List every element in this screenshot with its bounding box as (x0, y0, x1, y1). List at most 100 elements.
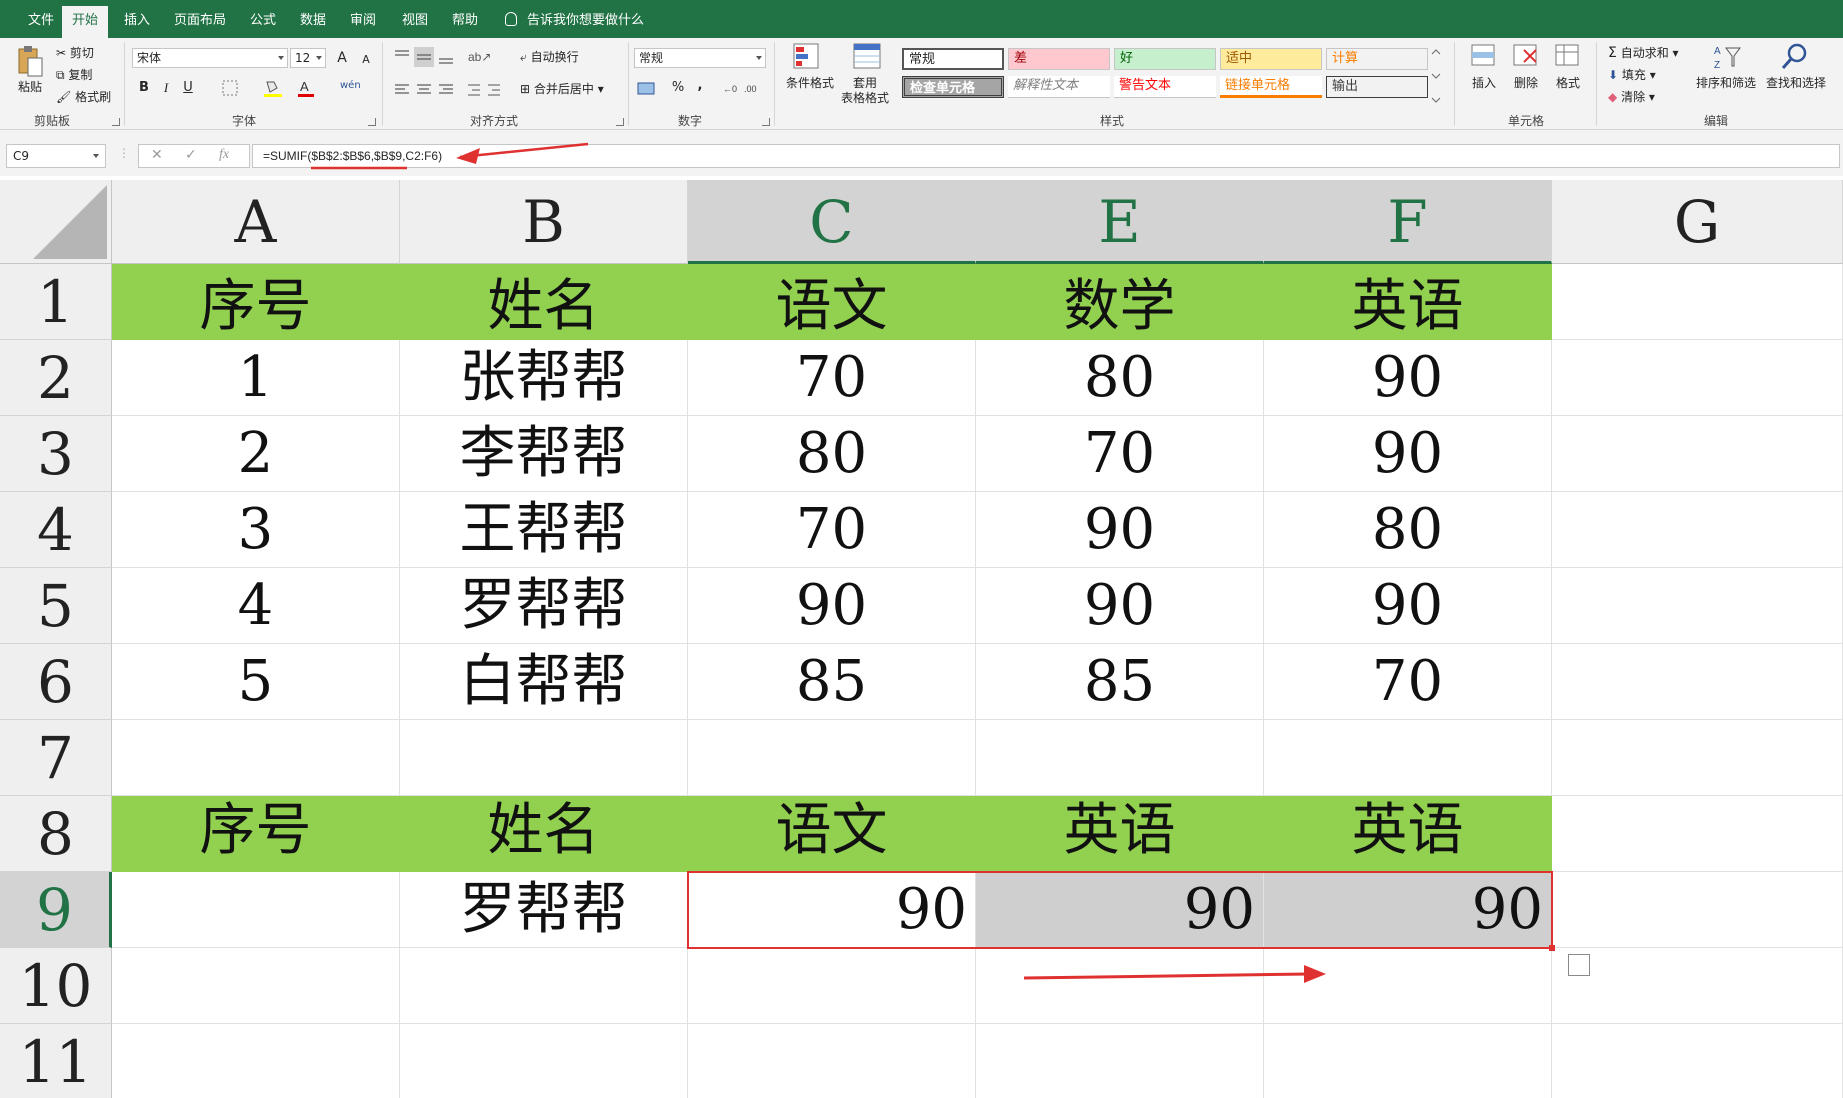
row-header-4[interactable]: 4 (0, 492, 112, 568)
cell-style-0[interactable]: 常规 (902, 48, 1004, 70)
lookup-header-cell[interactable]: 英语 (1264, 796, 1552, 872)
header-cell[interactable]: 数学 (976, 264, 1264, 340)
table-cell[interactable]: 4 (112, 568, 400, 644)
phonetic-button[interactable]: wén (340, 80, 361, 91)
lookup-header-cell[interactable]: 姓名 (400, 796, 688, 872)
header-cell[interactable]: 英语 (1264, 264, 1552, 340)
orientation-icon[interactable]: ab↗ (466, 48, 492, 64)
cell[interactable] (400, 948, 688, 1024)
table-cell[interactable]: 90 (1264, 340, 1552, 416)
decimal-icons[interactable]: ←0 .00 (722, 80, 766, 98)
table-cell[interactable]: 3 (112, 492, 400, 568)
cell[interactable] (1552, 416, 1843, 492)
cut-button[interactable]: ✂ 剪切 (56, 44, 94, 61)
cell-style-3[interactable]: 适中 (1220, 48, 1322, 70)
name-box[interactable]: C9 (6, 144, 106, 168)
cell[interactable] (112, 720, 400, 796)
insert-cells-icon[interactable] (1470, 42, 1498, 70)
cell[interactable] (688, 1024, 976, 1098)
merge-center-button[interactable]: ⊞ 合并后居中 ▾ (520, 80, 604, 97)
table-cell[interactable]: 85 (976, 644, 1264, 720)
copy-button[interactable]: ⧉ 复制 (56, 66, 92, 83)
cell[interactable] (1552, 340, 1843, 416)
lookup-header-cell[interactable]: 语文 (688, 796, 976, 872)
currency-icon[interactable] (636, 80, 660, 98)
cell-style-5[interactable]: 检查单元格 (902, 76, 1004, 98)
clipboard-launcher[interactable] (112, 118, 120, 126)
number-launcher[interactable] (762, 118, 770, 126)
insert-cells-button[interactable]: 插入 (1462, 76, 1506, 91)
tell-me-search[interactable]: 告诉我你想要做什么 (505, 8, 644, 34)
table-cell[interactable]: 70 (688, 492, 976, 568)
lookup-cell[interactable] (112, 872, 400, 948)
tab-view[interactable]: 视图 (392, 8, 438, 38)
row-header-8[interactable]: 8 (0, 796, 112, 872)
cell[interactable] (1552, 1024, 1843, 1098)
table-cell[interactable]: 罗帮帮 (400, 568, 688, 644)
percent-button[interactable]: % (668, 78, 688, 98)
fill-color-icon[interactable] (262, 78, 284, 98)
tab-file[interactable]: 文件 (18, 8, 64, 38)
cell[interactable] (112, 1024, 400, 1098)
delete-cells-icon[interactable] (1512, 42, 1540, 70)
select-all-corner[interactable] (0, 180, 112, 264)
shrink-font-button[interactable]: A (356, 50, 376, 70)
table-cell[interactable]: 1 (112, 340, 400, 416)
grow-font-button[interactable]: A (332, 48, 352, 68)
cell-style-4[interactable]: 计算 (1326, 48, 1428, 70)
number-format-select[interactable]: 常规 (634, 48, 766, 68)
format-cells-button[interactable]: 格式 (1546, 76, 1590, 91)
font-size-select[interactable]: 12 (290, 48, 326, 68)
table-cell[interactable]: 张帮帮 (400, 340, 688, 416)
enter-icon[interactable]: ✓ (185, 147, 197, 163)
horizontal-align-icons[interactable] (392, 82, 462, 98)
table-format-button[interactable]: 套用 表格格式 (834, 76, 896, 106)
insert-function-icon[interactable]: fx (219, 147, 229, 163)
header-cell[interactable]: 序号 (112, 264, 400, 340)
paste-button[interactable]: 粘贴 (12, 80, 48, 95)
column-header-c[interactable]: C (688, 180, 976, 264)
bold-button[interactable]: B (134, 78, 154, 98)
row-header-1[interactable]: 1 (0, 264, 112, 340)
lookup-cell[interactable]: 罗帮帮 (400, 872, 688, 948)
table-cell[interactable]: 5 (112, 644, 400, 720)
table-cell[interactable]: 90 (1264, 568, 1552, 644)
conditional-format-button[interactable]: 条件格式 (782, 76, 838, 91)
row-header-10[interactable]: 10 (0, 948, 112, 1024)
tab-help[interactable]: 帮助 (442, 8, 488, 38)
cell[interactable] (688, 948, 976, 1024)
table-cell[interactable]: 70 (688, 340, 976, 416)
format-cells-icon[interactable] (1554, 42, 1582, 70)
table-cell[interactable]: 70 (1264, 644, 1552, 720)
header-cell[interactable]: 姓名 (400, 264, 688, 340)
cell[interactable] (1552, 568, 1843, 644)
indent-icons[interactable] (466, 82, 506, 98)
font-launcher[interactable] (368, 118, 376, 126)
cell[interactable] (400, 1024, 688, 1098)
comma-button[interactable]: , (690, 76, 710, 96)
sort-filter-icon[interactable]: AZ (1712, 42, 1742, 72)
cell[interactable] (400, 720, 688, 796)
column-header-f[interactable]: F (1264, 180, 1552, 264)
italic-button[interactable]: I (156, 78, 176, 98)
find-select-button[interactable]: 查找和选择 (1758, 76, 1834, 91)
column-header-b[interactable]: B (400, 180, 688, 264)
tab-data[interactable]: 数据 (290, 8, 336, 38)
cancel-icon[interactable]: ✕ (151, 147, 163, 163)
table-cell[interactable]: 80 (688, 416, 976, 492)
cell-style-8[interactable]: 链接单元格 (1220, 76, 1322, 98)
conditional-format-icon[interactable] (792, 42, 822, 72)
cell[interactable] (976, 720, 1264, 796)
find-select-icon[interactable] (1780, 42, 1810, 72)
clear-button[interactable]: ◆ 清除 ▾ (1608, 88, 1655, 105)
row-header-3[interactable]: 3 (0, 416, 112, 492)
table-cell[interactable]: 80 (1264, 492, 1552, 568)
cell[interactable] (1552, 492, 1843, 568)
lookup-header-cell[interactable]: 英语 (976, 796, 1264, 872)
row-header-6[interactable]: 6 (0, 644, 112, 720)
column-header-e[interactable]: E (976, 180, 1264, 264)
row-header-5[interactable]: 5 (0, 568, 112, 644)
tab-home[interactable]: 开始 (62, 6, 109, 38)
table-cell[interactable]: 白帮帮 (400, 644, 688, 720)
cell[interactable] (1264, 1024, 1552, 1098)
